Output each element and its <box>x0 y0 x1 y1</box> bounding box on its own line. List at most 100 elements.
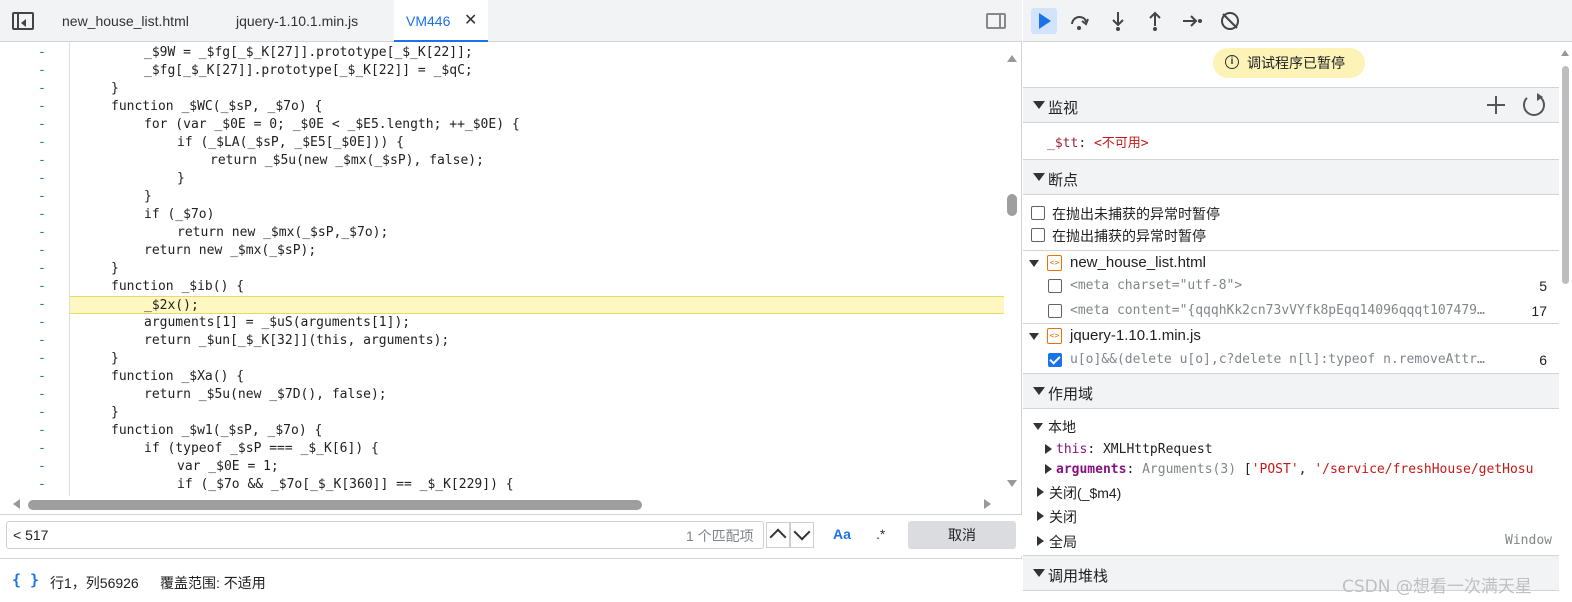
code-line[interactable]: function _$ib() { <box>70 278 1004 296</box>
line-marker[interactable]: - <box>38 260 50 278</box>
code-line[interactable]: return new _$mx(_$sP,_$7o); <box>70 224 1004 242</box>
step-into-icon[interactable] <box>1105 8 1131 34</box>
paused-code-line[interactable]: _$2x(); <box>70 296 1004 314</box>
line-marker[interactable]: - <box>38 368 50 386</box>
code-line[interactable]: function _$w1(_$sP, _$7o) { <box>70 422 1004 440</box>
code-area[interactable]: _$9W = _$fg[_$_K[27]].prototype[_$_K[22]… <box>70 42 1004 496</box>
step-out-icon[interactable] <box>1142 8 1168 34</box>
cancel-search-button[interactable]: 取消 <box>908 521 1016 549</box>
scroll-left-icon[interactable] <box>8 499 20 509</box>
regex-button[interactable]: .* <box>876 526 885 542</box>
search-prev-button[interactable] <box>766 522 790 548</box>
horizontal-scrollbar[interactable] <box>0 496 1004 514</box>
step-icon[interactable] <box>1179 8 1205 34</box>
line-marker[interactable]: - <box>38 98 50 116</box>
breakpoints-section-header[interactable]: 断点 <box>1023 159 1559 195</box>
code-line[interactable]: function _$Xa() { <box>70 368 1004 386</box>
code-line[interactable]: _$fg[_$_K[27]].prototype[_$_K[22]] = _$q… <box>70 62 1004 80</box>
vertical-scrollbar[interactable] <box>1004 42 1020 496</box>
code-line[interactable]: function _$WC(_$sP, _$7o) { <box>70 98 1004 116</box>
line-marker[interactable]: - <box>38 188 50 206</box>
breakpoint-item[interactable]: <meta content="{qqqhKk2cn73vVYfk8pEqq140… <box>1023 299 1559 323</box>
tab-new-house-list[interactable]: new_house_list.html <box>62 0 189 42</box>
scope-this-row[interactable]: this: XMLHttpRequest <box>1023 438 1572 460</box>
line-marker[interactable]: - <box>38 422 50 440</box>
tab-vm446[interactable]: VM446 ✕ <box>394 0 488 42</box>
code-line[interactable]: if (_$LA(_$sP, _$E5[_$0E])) { <box>70 134 1004 152</box>
code-line[interactable]: arguments[1] = _$uS(arguments[1]); <box>70 314 1004 332</box>
code-line[interactable]: return _$un[_$_K[32]](this, arguments); <box>70 332 1004 350</box>
code-line[interactable]: var _$0E = 1; <box>70 458 1004 476</box>
code-line[interactable]: } <box>70 188 1004 206</box>
scope-local-row[interactable]: 本地 <box>1023 415 1572 437</box>
breakpoint-item[interactable]: u[o]&&(delete u[o],c?delete n[l]:typeof … <box>1023 348 1559 372</box>
breakpoint-file-row[interactable]: <> jquery-1.10.1.min.js <box>1023 325 1559 349</box>
code-line[interactable]: return _$5u(new _$7D(), false); <box>70 386 1004 404</box>
toggle-debugger-icon[interactable] <box>986 13 1006 29</box>
scroll-down-icon[interactable] <box>1007 480 1017 492</box>
code-line[interactable]: return _$5u(new _$mx(_$sP), false); <box>70 152 1004 170</box>
line-marker[interactable]: - <box>38 152 50 170</box>
sidebar-scrollbar[interactable] <box>1559 42 1572 602</box>
line-marker[interactable]: - <box>38 314 50 332</box>
code-line[interactable]: return new _$mx(_$sP); <box>70 242 1004 260</box>
pretty-print-button[interactable]: { } <box>12 571 39 589</box>
line-marker[interactable]: - <box>38 404 50 422</box>
scope-section-header[interactable]: 作用域 <box>1023 373 1559 409</box>
refresh-icon[interactable] <box>1523 93 1545 116</box>
line-marker[interactable]: - <box>38 44 50 62</box>
resume-icon[interactable] <box>1031 8 1057 34</box>
scope-closure-row[interactable]: 关闭(_$m4) <box>1023 481 1572 503</box>
code-line[interactable]: if (typeof _$sP === _$_K[6]) { <box>70 440 1004 458</box>
code-line[interactable]: } <box>70 80 1004 98</box>
line-marker[interactable]: - <box>38 224 50 242</box>
code-line[interactable]: if (_$7o) <box>70 206 1004 224</box>
line-marker[interactable]: - <box>38 62 50 80</box>
hscroll-thumb[interactable] <box>28 500 642 510</box>
watch-item[interactable]: _$tt: <不可用> <box>1047 132 1149 151</box>
line-marker[interactable]: - <box>38 170 50 188</box>
close-tab-icon[interactable]: ✕ <box>464 0 477 42</box>
step-over-icon[interactable] <box>1067 8 1093 34</box>
breakpoint-file-row[interactable]: <> new_house_list.html <box>1023 252 1559 276</box>
code-line[interactable]: } <box>70 170 1004 188</box>
line-marker[interactable]: - <box>38 80 50 98</box>
code-line[interactable]: } <box>70 260 1004 278</box>
match-case-button[interactable]: Aa <box>833 526 851 542</box>
toggle-navigator-icon[interactable] <box>12 12 34 30</box>
scroll-up-icon[interactable] <box>1007 50 1017 62</box>
scope-global-row[interactable]: 全局 Window <box>1023 530 1572 552</box>
watch-section-header[interactable]: 监视 <box>1023 87 1559 123</box>
code-line[interactable]: if (_$7o && _$7o[_$_K[360]] == _$_K[229]… <box>70 476 1004 494</box>
line-marker[interactable]: - <box>38 332 50 350</box>
line-marker[interactable]: - <box>38 350 50 368</box>
scroll-thumb[interactable] <box>1007 194 1017 216</box>
code-line[interactable]: for (var _$0E = 0; _$0E < _$E5.length; +… <box>70 116 1004 134</box>
code-line[interactable]: _$9W = _$fg[_$_K[27]].prototype[_$_K[22]… <box>70 44 1004 62</box>
breakpoint-checkbox[interactable] <box>1048 353 1062 367</box>
code-editor[interactable]: ------------------------- _$9W = _$fg[_$… <box>0 42 1022 496</box>
line-marker[interactable]: - <box>38 458 50 476</box>
breakpoint-checkbox[interactable] <box>1048 279 1062 293</box>
scroll-right-icon[interactable] <box>984 499 996 509</box>
line-marker[interactable]: - <box>38 278 50 296</box>
line-marker[interactable]: - <box>38 296 50 314</box>
deactivate-breakpoints-icon[interactable] <box>1217 8 1243 34</box>
scope-arguments-row[interactable]: arguments: Arguments(3) ['POST', '/servi… <box>1023 458 1572 480</box>
scroll-up-icon[interactable] <box>1561 46 1569 56</box>
sidebar-scroll-thumb[interactable] <box>1562 66 1569 284</box>
line-marker[interactable]: - <box>38 134 50 152</box>
breakpoint-checkbox[interactable] <box>1048 304 1062 318</box>
pause-uncaught-checkbox[interactable] <box>1031 206 1045 220</box>
line-marker[interactable]: - <box>38 206 50 224</box>
line-marker[interactable]: - <box>38 476 50 494</box>
scope-closure-row[interactable]: 关闭 <box>1023 505 1572 527</box>
code-line[interactable]: } <box>70 404 1004 422</box>
pause-caught-checkbox[interactable] <box>1031 228 1045 242</box>
line-marker[interactable]: - <box>38 116 50 134</box>
tab-jquery[interactable]: jquery-1.10.1.min.js <box>236 0 358 42</box>
line-marker[interactable]: - <box>38 242 50 260</box>
breakpoint-item[interactable]: <meta charset="utf-8"> 5 <box>1023 274 1559 298</box>
add-watch-icon[interactable] <box>1485 94 1507 116</box>
line-marker[interactable]: - <box>38 386 50 404</box>
